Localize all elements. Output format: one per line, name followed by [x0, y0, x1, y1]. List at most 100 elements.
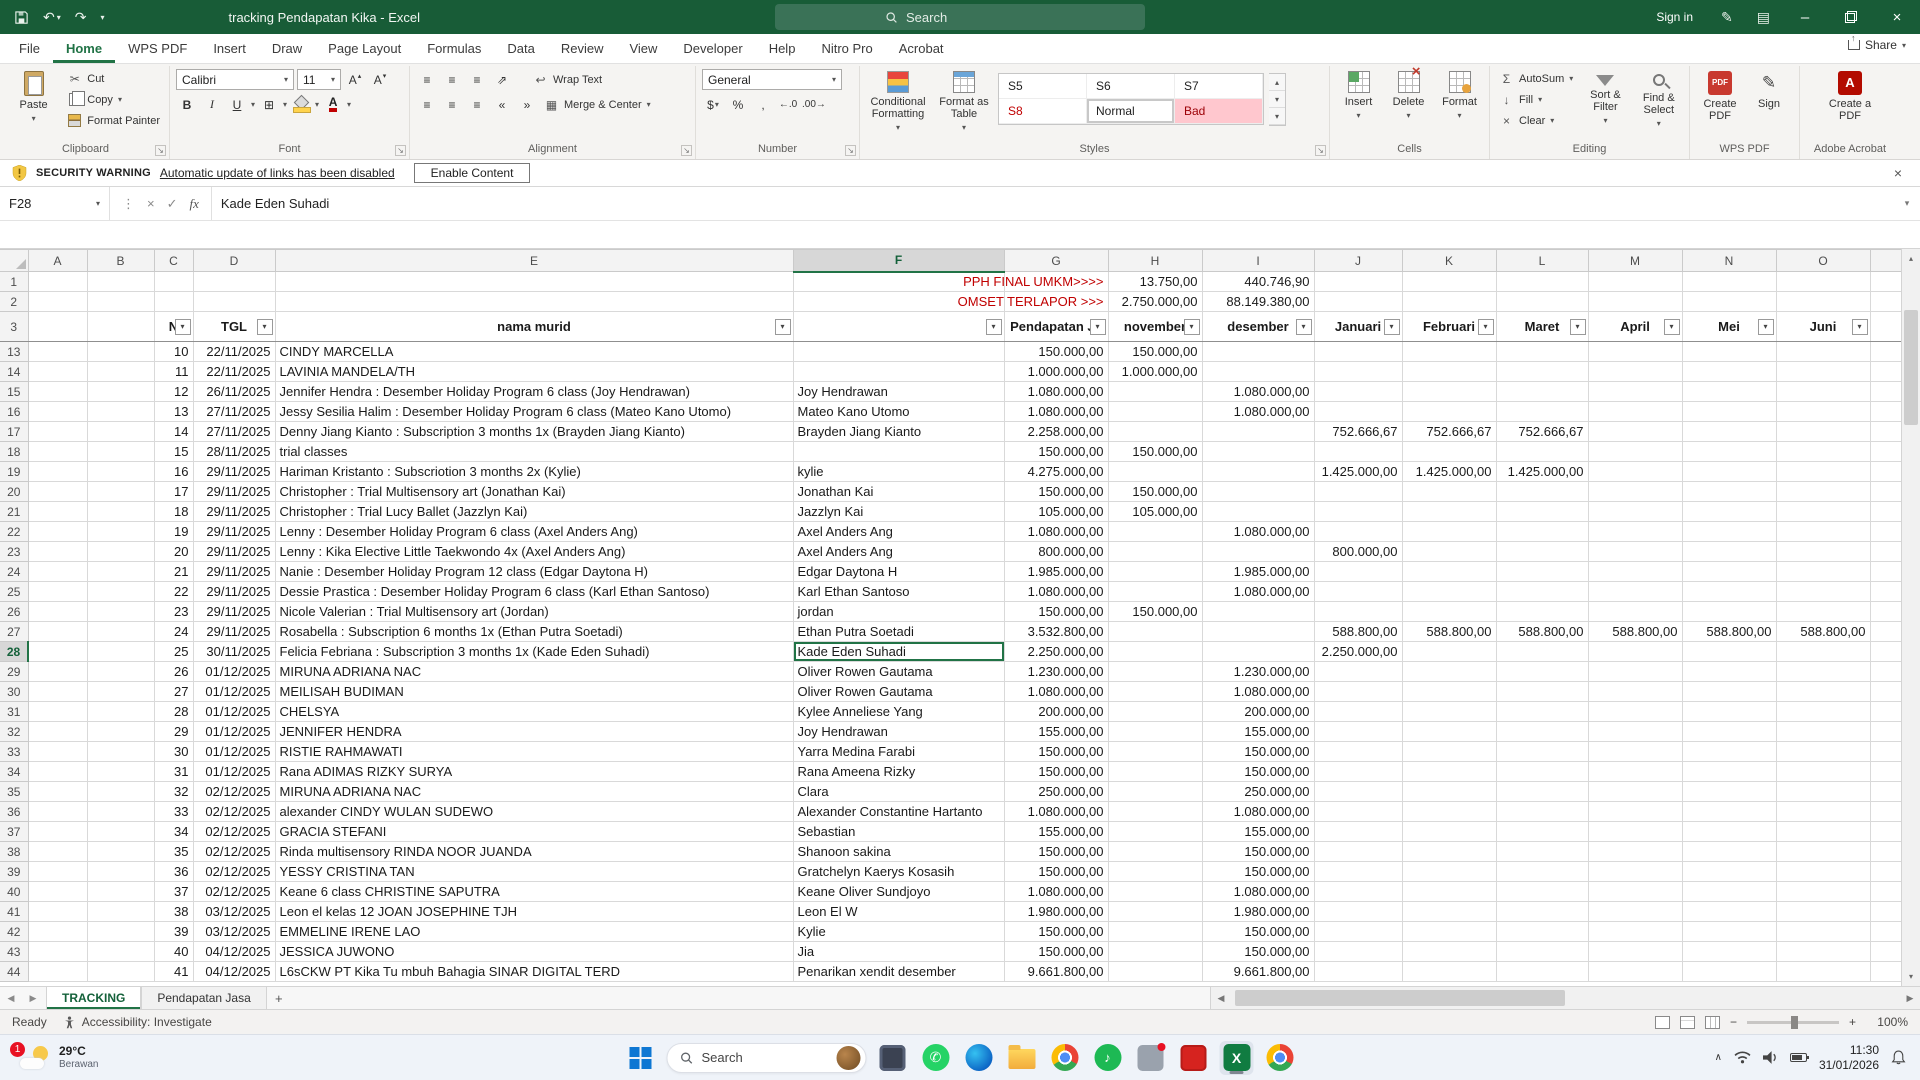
vertical-scrollbar[interactable]: ▴ ▾ [1901, 249, 1920, 986]
cell-F13[interactable] [793, 342, 1004, 362]
zoom-slider[interactable] [1747, 1021, 1839, 1024]
cell-A19[interactable] [28, 462, 87, 482]
cell-O24[interactable] [1776, 562, 1870, 582]
row-header-2[interactable]: 2 [0, 292, 28, 312]
cell-A28[interactable] [28, 642, 87, 662]
cell-K28[interactable] [1402, 642, 1496, 662]
font-name-select[interactable]: Calibri▾ [176, 69, 294, 90]
cell-K1[interactable] [1402, 272, 1496, 292]
cell-C35[interactable]: 32 [154, 782, 193, 802]
cell-O2[interactable] [1776, 292, 1870, 312]
cell-B20[interactable] [87, 482, 154, 502]
row-header-25[interactable]: 25 [0, 582, 28, 602]
cell-K22[interactable] [1402, 522, 1496, 542]
cell-F21[interactable]: Jazzlyn Kai [793, 502, 1004, 522]
cell-H1[interactable]: 13.750,00 [1108, 272, 1202, 292]
cell-I25[interactable]: 1.080.000,00 [1202, 582, 1314, 602]
cell-D15[interactable]: 26/11/2025 [193, 382, 275, 402]
cell-M17[interactable] [1588, 422, 1682, 442]
cell-A33[interactable] [28, 742, 87, 762]
cell-N35[interactable] [1682, 782, 1776, 802]
cell-N36[interactable] [1682, 802, 1776, 822]
row-header-30[interactable]: 30 [0, 682, 28, 702]
cell-H28[interactable] [1108, 642, 1202, 662]
cell-D16[interactable]: 27/11/2025 [193, 402, 275, 422]
cell-K15[interactable] [1402, 382, 1496, 402]
cell-G18[interactable]: 150.000,00 [1004, 442, 1108, 462]
italic-button[interactable]: I [201, 94, 223, 115]
cell-N44[interactable] [1682, 962, 1776, 982]
cell-A35[interactable] [28, 782, 87, 802]
app-icon-whatsapp[interactable]: ✆ [919, 1041, 953, 1075]
cut-button[interactable]: ✂Cut [64, 69, 163, 88]
tab-review[interactable]: Review [548, 34, 617, 63]
filter-button-K[interactable]: ▾ [1478, 319, 1494, 335]
clear-button[interactable]: ×Clear▾ [1496, 111, 1576, 130]
copy-button[interactable]: Copy▾ [64, 90, 163, 109]
cell-B33[interactable] [87, 742, 154, 762]
cell-M19[interactable] [1588, 462, 1682, 482]
cell-J40[interactable] [1314, 882, 1402, 902]
cell-J30[interactable] [1314, 682, 1402, 702]
cell-G3[interactable]: Pendapatan Ja▾ [1004, 312, 1108, 342]
cell-C19[interactable]: 16 [154, 462, 193, 482]
cell-J21[interactable] [1314, 502, 1402, 522]
cell-D34[interactable]: 01/12/2025 [193, 762, 275, 782]
cell-C43[interactable]: 40 [154, 942, 193, 962]
cell-K14[interactable] [1402, 362, 1496, 382]
cell-O29[interactable] [1776, 662, 1870, 682]
row-header-37[interactable]: 37 [0, 822, 28, 842]
cell-A23[interactable] [28, 542, 87, 562]
cell-E29[interactable]: MIRUNA ADRIANA NAC [275, 662, 793, 682]
cell-H3[interactable]: november▾ [1108, 312, 1202, 342]
customize-qat-button[interactable]: ▾ [100, 13, 104, 22]
cell-C22[interactable]: 19 [154, 522, 193, 542]
cell-I17[interactable] [1202, 422, 1314, 442]
accessibility-status[interactable]: Accessibility: Investigate [63, 1015, 212, 1029]
cell-G32[interactable]: 155.000,00 [1004, 722, 1108, 742]
cell-C31[interactable]: 28 [154, 702, 193, 722]
pen-icon[interactable]: ✎ [1709, 9, 1745, 26]
cell-B13[interactable] [87, 342, 154, 362]
cell-D33[interactable]: 01/12/2025 [193, 742, 275, 762]
cell-F26[interactable]: jordan [793, 602, 1004, 622]
cell-O40[interactable] [1776, 882, 1870, 902]
cell-L37[interactable] [1496, 822, 1588, 842]
filter-button-F[interactable]: ▾ [986, 319, 1002, 335]
vertical-scroll-track[interactable] [1902, 268, 1920, 967]
cell-A13[interactable] [28, 342, 87, 362]
cell-G43[interactable]: 150.000,00 [1004, 942, 1108, 962]
cell-M29[interactable] [1588, 662, 1682, 682]
borders-button[interactable]: ⊞ [258, 94, 280, 115]
cell-H27[interactable] [1108, 622, 1202, 642]
cell-B23[interactable] [87, 542, 154, 562]
cell-A1[interactable] [28, 272, 87, 292]
cell-A17[interactable] [28, 422, 87, 442]
cell-E16[interactable]: Jessy Sesilia Halim : Desember Holiday P… [275, 402, 793, 422]
wrap-text-button[interactable]: ↩Wrap Text [530, 70, 605, 89]
cell-F19[interactable]: kylie [793, 462, 1004, 482]
cell-E1[interactable] [275, 272, 793, 292]
cell-F28[interactable]: Kade Eden Suhadi [793, 642, 1004, 662]
create-pdf-button[interactable]: PDF Create PDF [1696, 69, 1744, 124]
cell-O36[interactable] [1776, 802, 1870, 822]
row-header-29[interactable]: 29 [0, 662, 28, 682]
cell-O37[interactable] [1776, 822, 1870, 842]
cell-H23[interactable] [1108, 542, 1202, 562]
cell-B42[interactable] [87, 922, 154, 942]
cell-L17[interactable]: 752.666,67 [1496, 422, 1588, 442]
cell-N26[interactable] [1682, 602, 1776, 622]
cell-O17[interactable] [1776, 422, 1870, 442]
cell-K26[interactable] [1402, 602, 1496, 622]
cell-M35[interactable] [1588, 782, 1682, 802]
cell-F31[interactable]: Kylee Anneliese Yang [793, 702, 1004, 722]
cell-L25[interactable] [1496, 582, 1588, 602]
cell-B35[interactable] [87, 782, 154, 802]
cell-B3[interactable] [87, 312, 154, 342]
cell-N29[interactable] [1682, 662, 1776, 682]
tab-help[interactable]: Help [756, 34, 809, 63]
cell-B26[interactable] [87, 602, 154, 622]
cell-G34[interactable]: 150.000,00 [1004, 762, 1108, 782]
cell-D24[interactable]: 29/11/2025 [193, 562, 275, 582]
cell-B15[interactable] [87, 382, 154, 402]
